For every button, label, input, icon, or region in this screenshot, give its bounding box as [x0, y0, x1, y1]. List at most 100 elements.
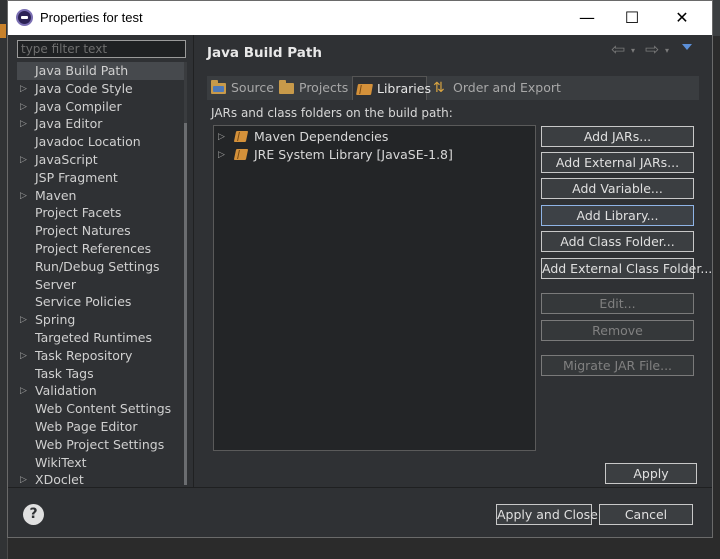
tree-item[interactable]: Web Project Settings [17, 436, 184, 454]
tree-item-label: Java Compiler [35, 98, 122, 114]
tree-item[interactable]: ▷ XDoclet [17, 471, 184, 485]
tree-item[interactable]: ▷ Validation [17, 382, 184, 400]
cancel-button[interactable]: Cancel [599, 504, 693, 525]
tree-item-label: Maven [35, 187, 77, 203]
tree-item-label: WikiText [35, 454, 87, 470]
tree-item-label: Project Facets [35, 205, 122, 221]
tab-libraries-label: Libraries [377, 81, 431, 96]
tree-item-label: Task Tags [35, 365, 94, 381]
tree-item-label: Java Code Style [35, 80, 133, 96]
tab-libraries[interactable]: Libraries [352, 76, 431, 100]
expand-arrow-icon[interactable]: ▷ [20, 311, 30, 329]
tree-item[interactable]: ▷ Spring [17, 311, 184, 329]
back-arrow-icon[interactable]: ⇦ [611, 40, 625, 60]
properties-dialog: Properties for test — ☐ ✕ Java Build Pat… [7, 0, 713, 538]
tree-item[interactable]: ▷ Java Editor [17, 115, 184, 133]
add-variable-button[interactable]: Add Variable... [541, 178, 694, 199]
tree-item[interactable]: ▷ Java Code Style [17, 80, 184, 98]
tree-item-label: Javadoc Location [35, 134, 141, 150]
libraries-tree[interactable]: ▷ Maven Dependencies ▷ JRE System Librar… [213, 125, 536, 451]
tree-item[interactable]: Project References [17, 240, 184, 258]
tree-item[interactable]: Javadoc Location [17, 133, 184, 151]
tree-item[interactable]: ▷ Java Compiler [17, 98, 184, 116]
tree-item-label: Project Natures [35, 223, 131, 239]
expand-arrow-icon[interactable]: ▷ [20, 151, 30, 169]
projects-folder-icon [279, 80, 294, 94]
tree-item[interactable]: JSP Fragment [17, 169, 184, 187]
tabs: Source Projects Libraries ⇅ Order and Ex… [207, 76, 699, 100]
expand-arrow-icon[interactable]: ▷ [20, 347, 30, 365]
expand-arrow-icon[interactable]: ▷ [20, 187, 30, 205]
edit-button[interactable]: Edit... [541, 293, 694, 314]
expand-arrow-icon[interactable]: ▷ [20, 115, 30, 133]
tab-projects[interactable]: Projects [275, 76, 351, 100]
tree-item[interactable]: Project Natures [17, 222, 184, 240]
tree-item[interactable]: Server [17, 276, 184, 294]
expand-arrow-icon[interactable]: ▷ [20, 80, 30, 98]
add-external-jars-button[interactable]: Add External JARs... [541, 152, 694, 173]
tree-item[interactable]: Project Facets [17, 204, 184, 222]
tree-item-label: Java Build Path [35, 63, 129, 78]
tree-scrollbar-thumb[interactable] [184, 123, 187, 485]
tree-item[interactable]: Web Page Editor [17, 418, 184, 436]
add-jars-button[interactable]: Add JARs... [541, 126, 694, 147]
view-menu-icon[interactable] [682, 44, 692, 50]
expand-arrow-icon[interactable]: ▷ [20, 471, 30, 485]
tree-item-label: JSP Fragment [35, 169, 118, 185]
property-tree: Java Build Path ▷ Java Code Style ▷ Java Com… [17, 62, 184, 485]
expand-arrow-icon[interactable]: ▷ [20, 98, 30, 116]
remove-button[interactable]: Remove [541, 320, 694, 341]
tree-item-label: XDoclet [35, 472, 84, 485]
expand-arrow-icon[interactable]: ▷ [20, 382, 30, 400]
tree-item-label: Project References [35, 241, 152, 256]
apply-button[interactable]: Apply [605, 463, 697, 484]
library-book-icon [356, 84, 373, 95]
tree-item[interactable]: Web Content Settings [17, 400, 184, 418]
minimize-button[interactable]: — [563, 1, 611, 35]
tree-item[interactable]: Targeted Runtimes [17, 329, 184, 347]
expand-arrow-icon[interactable]: ▷ [218, 128, 225, 146]
order-arrows-icon: ⇅ [433, 80, 445, 96]
build-path-description: JARs and class folders on the build path… [211, 106, 453, 120]
eclipse-icon [16, 9, 33, 26]
maximize-button[interactable]: ☐ [608, 1, 656, 35]
tree-item-label: Java Editor [35, 116, 103, 132]
tab-order-and-export[interactable]: ⇅ Order and Export [429, 76, 561, 100]
migrate-jar-button[interactable]: Migrate JAR File... [541, 355, 694, 376]
back-dropdown-icon[interactable]: ▾ [631, 46, 635, 55]
tree-item[interactable]: Run/Debug Settings [17, 258, 184, 276]
tree-item-label: Task Repository [35, 347, 133, 363]
close-button[interactable]: ✕ [658, 1, 706, 35]
add-external-class-folder-button[interactable]: Add External Class Folder... [541, 258, 712, 279]
title-bar[interactable]: Properties for test — ☐ ✕ [8, 1, 712, 35]
page-title: Java Build Path [207, 45, 322, 61]
library-icon [233, 131, 249, 142]
tree-item[interactable]: ▷ Maven [17, 187, 184, 205]
tree-item-label: Web Project Settings [35, 436, 165, 452]
expand-arrow-icon[interactable]: ▷ [218, 146, 225, 164]
tab-order-label: Order and Export [453, 80, 561, 95]
forward-arrow-icon[interactable]: ⇨ [645, 40, 659, 60]
add-library-button[interactable]: Add Library... [541, 205, 694, 226]
tree-item[interactable]: Service Policies [17, 293, 184, 311]
tab-source-label: Source [231, 80, 274, 95]
filter-input[interactable] [17, 40, 186, 58]
tree-item-label: Run/Debug Settings [35, 258, 160, 274]
tree-item[interactable]: Task Tags [17, 365, 184, 383]
footer-separator [8, 487, 712, 488]
tree-item-label: Server [35, 276, 76, 292]
library-label: JRE System Library [JavaSE-1.8] [254, 147, 453, 162]
tree-item[interactable]: WikiText [17, 454, 184, 472]
pane-divider[interactable] [193, 35, 194, 487]
apply-and-close-button[interactable]: Apply and Close [496, 504, 598, 525]
tree-item-label: Spring [35, 312, 76, 328]
tab-projects-label: Projects [299, 80, 349, 95]
tab-source[interactable]: Source [207, 76, 274, 100]
library-label: Maven Dependencies [254, 129, 389, 144]
tree-item[interactable]: ▷ Task Repository [17, 347, 184, 365]
tree-item[interactable]: ▷ JavaScript [17, 151, 184, 169]
add-class-folder-button[interactable]: Add Class Folder... [541, 231, 694, 252]
tree-item[interactable]: Java Build Path [17, 62, 184, 80]
forward-dropdown-icon[interactable]: ▾ [665, 46, 669, 55]
help-icon[interactable]: ? [23, 504, 44, 525]
